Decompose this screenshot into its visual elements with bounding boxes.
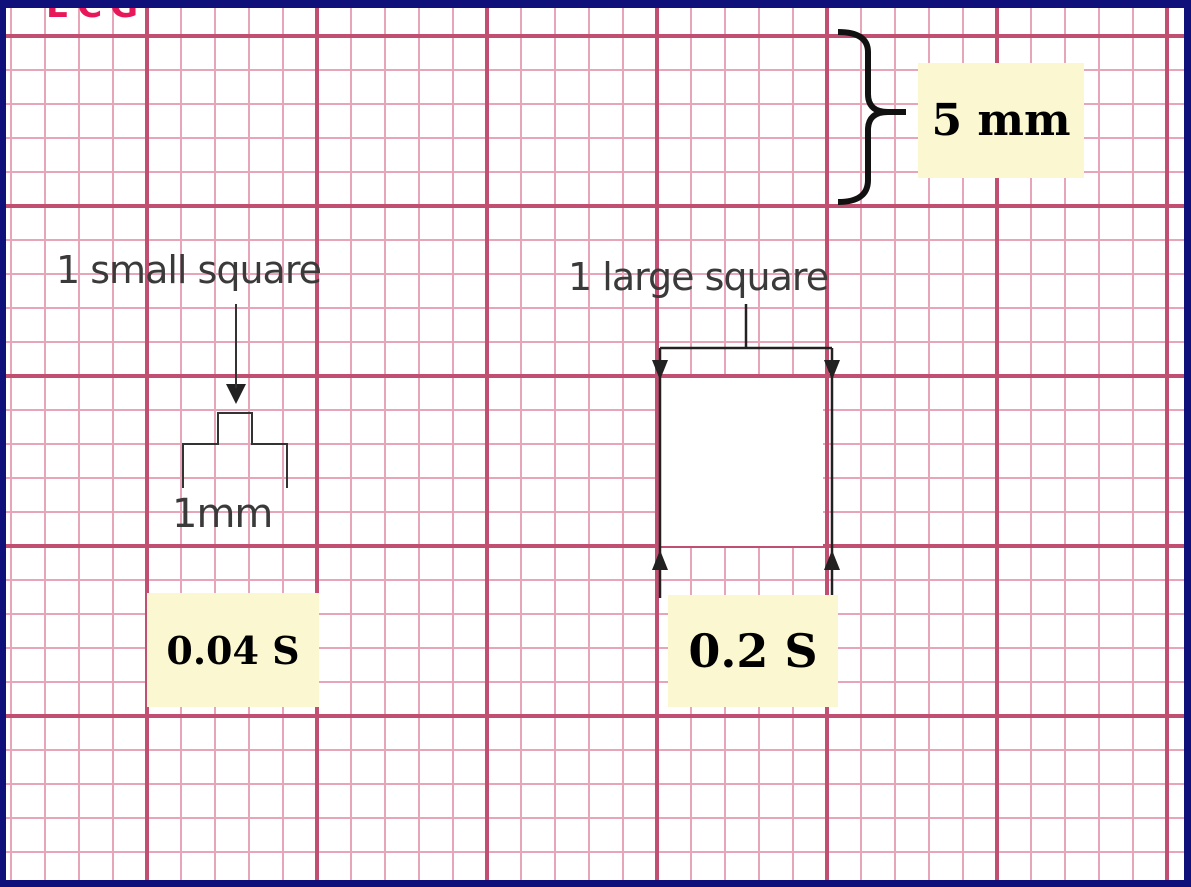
five-mm-callout: 5 mm (918, 63, 1084, 178)
large-square-time-callout: 0.2 S (668, 595, 838, 707)
small-square-time-text: 0.04 S (166, 627, 300, 673)
large-square-time-text: 0.2 S (688, 624, 818, 678)
highlighted-large-square (661, 378, 823, 546)
small-square-time-callout: 0.04 S (147, 593, 319, 707)
small-square-label: 1 small square (56, 248, 322, 292)
cropped-top-text: ECG (46, 8, 146, 26)
small-square-size-label: 1mm (172, 491, 273, 537)
small-square-bracket (182, 412, 288, 488)
ecg-paper-diagram: ECG 1 small square 1 large square 1mm 5 … (6, 8, 1184, 880)
five-mm-brace (837, 29, 889, 205)
up-arrow-left (652, 550, 668, 570)
large-square-label: 1 large square (568, 255, 829, 299)
five-mm-text: 5 mm (931, 95, 1071, 146)
